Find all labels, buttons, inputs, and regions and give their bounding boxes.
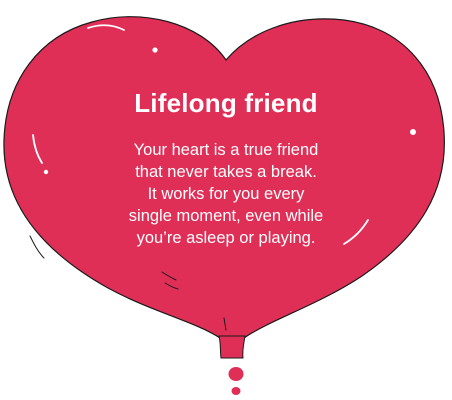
drop-small [231,387,241,395]
body-line-3: It works for you every [147,185,305,203]
highlight-top-dot [152,47,158,53]
highlight-right-dot [410,129,416,135]
drop-large [228,367,244,381]
body-line-4: single moment, even while [128,207,324,225]
card-title: Lifelong friend [134,88,318,118]
highlight-left-dot [43,169,49,175]
card-body: Your heart is a true friend that never t… [96,139,356,249]
heart-stem [218,335,246,359]
body-line-2: that never takes a break. [135,163,317,181]
body-line-5: you’re asleep or playing. [136,229,316,247]
heart-card: Lifelong friend Your heart is a true fri… [0,0,452,400]
sketch-mark-3 [29,235,45,259]
body-line-1: Your heart is a true friend [133,141,319,159]
